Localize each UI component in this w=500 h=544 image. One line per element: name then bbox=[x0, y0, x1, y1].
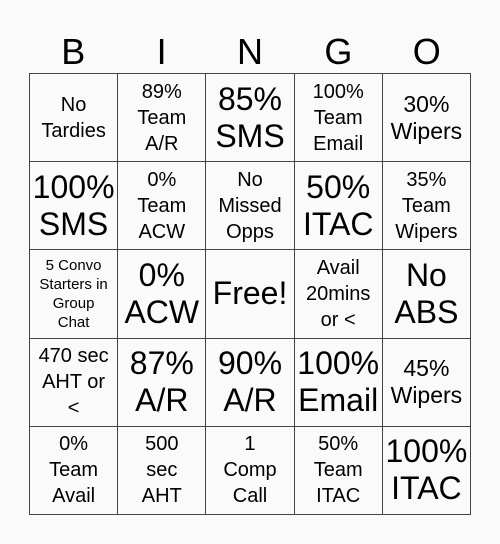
bingo-cell[interactable]: 50% ITAC bbox=[294, 162, 383, 251]
header-letter-n: N bbox=[236, 31, 263, 72]
bingo-cell[interactable]: 100% ITAC bbox=[382, 426, 471, 515]
bingo-cell[interactable]: 45% Wipers bbox=[382, 338, 471, 427]
bingo-free-cell[interactable]: Free! bbox=[206, 250, 295, 339]
bingo-cell[interactable]: 0% Team ACW bbox=[118, 162, 207, 251]
bingo-cell[interactable]: 50% Team ITAC bbox=[294, 426, 383, 515]
bingo-cell[interactable]: Avail 20mins or < bbox=[294, 250, 383, 339]
bingo-cell[interactable]: 0% Team Avail bbox=[30, 426, 119, 515]
header-letter-o: O bbox=[412, 31, 441, 72]
header-letter-g: G bbox=[324, 31, 353, 72]
bingo-cell[interactable]: 100% Team Email bbox=[294, 74, 383, 163]
bingo-cell[interactable]: 470 sec AHT or < bbox=[30, 338, 119, 427]
bingo-cell[interactable]: 87% A/R bbox=[118, 338, 207, 427]
bingo-cell[interactable]: 90% A/R bbox=[206, 338, 295, 427]
bingo-cell[interactable]: 35% Team Wipers bbox=[382, 162, 471, 251]
bingo-cell[interactable]: 100% Email bbox=[294, 338, 383, 427]
bingo-cell[interactable]: 100% SMS bbox=[30, 162, 119, 251]
header-letter-b: B bbox=[61, 31, 86, 72]
bingo-cell[interactable]: No ABS bbox=[382, 250, 471, 339]
bingo-header: B I N G O bbox=[29, 30, 471, 73]
bingo-cell[interactable]: 5 Convo Starters in Group Chat bbox=[30, 250, 119, 339]
bingo-cell[interactable]: 89% Team A/R bbox=[118, 74, 207, 163]
bingo-cell[interactable]: No Tardies bbox=[30, 74, 119, 163]
bingo-cell[interactable]: 500 sec AHT bbox=[118, 426, 207, 515]
bingo-cell[interactable]: 0% ACW bbox=[118, 250, 207, 339]
header-letter-i: I bbox=[156, 31, 167, 72]
bingo-cell[interactable]: No Missed Opps bbox=[206, 162, 295, 251]
bingo-cell[interactable]: 1 Comp Call bbox=[206, 426, 295, 515]
bingo-cell[interactable]: 85% SMS bbox=[206, 74, 295, 163]
bingo-cell[interactable]: 30% Wipers bbox=[382, 74, 471, 163]
bingo-board: No Tardies 89% Team A/R 85% SMS 100% Team E… bbox=[29, 73, 471, 515]
